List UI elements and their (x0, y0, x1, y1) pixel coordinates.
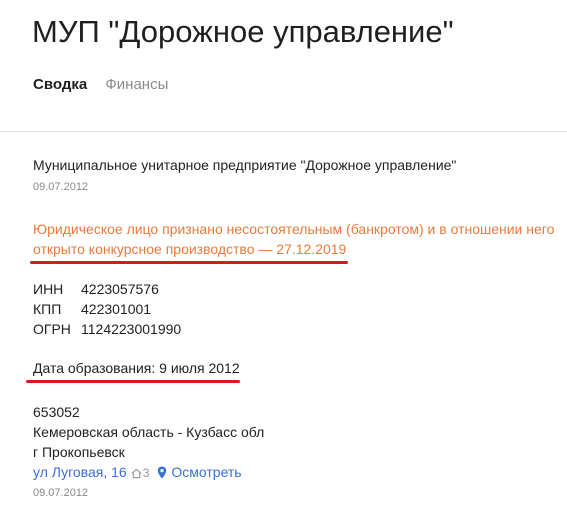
identifier-row-kpp: КПП 422301001 (33, 299, 181, 319)
identifier-label: ОГРН (33, 321, 71, 337)
house-count: 3 (142, 466, 150, 480)
identifier-row-ogrn: ОГРН 1124223001990 (33, 319, 181, 339)
map-view-link[interactable]: Осмотреть (171, 464, 241, 480)
bankruptcy-status: Юридическое лицо признано несостоятельны… (33, 221, 555, 257)
registration-date: Дата образования: 9 июля 2012 (33, 360, 240, 376)
identifier-label: КПП (33, 301, 62, 317)
address-date: 09.07.2012 (33, 487, 89, 499)
identifier-value: 4223057576 (81, 281, 159, 297)
postal-code: 653052 (33, 404, 80, 420)
house-icon (131, 464, 142, 484)
address-street-row: ул Луговая, 16 3 Осмотреть (33, 462, 264, 484)
identifier-value: 422301001 (81, 301, 152, 317)
tab-finances[interactable]: Финансы (105, 76, 168, 93)
divider (0, 131, 567, 132)
identifier-label: ИНН (33, 281, 64, 297)
status-annotation-underline (30, 261, 348, 264)
full-company-name: Муниципальное унитарное предприятие "Дор… (33, 157, 457, 173)
registration-annotation-underline (26, 380, 240, 383)
map-pin-icon[interactable] (157, 464, 167, 484)
page-title: МУП "Дорожное управление" (32, 14, 454, 49)
tab-bar: Сводка Финансы (33, 76, 182, 93)
identifier-row-inn: ИНН 4223057576 (33, 279, 181, 299)
address-city: г Прокопьевск (33, 444, 125, 460)
address-block: 653052 Кемеровская область - Кузбасс обл… (33, 402, 264, 484)
tab-summary[interactable]: Сводка (33, 76, 87, 93)
address-region: Кемеровская область - Кузбасс обл (33, 424, 265, 440)
identifiers-list: ИНН 4223057576 КПП 422301001 ОГРН 112422300… (33, 279, 181, 339)
identifier-value: 1124223001990 (81, 321, 182, 337)
street-link[interactable]: ул Луговая, 16 (33, 464, 127, 480)
full-name-date: 09.07.2012 (33, 181, 89, 193)
